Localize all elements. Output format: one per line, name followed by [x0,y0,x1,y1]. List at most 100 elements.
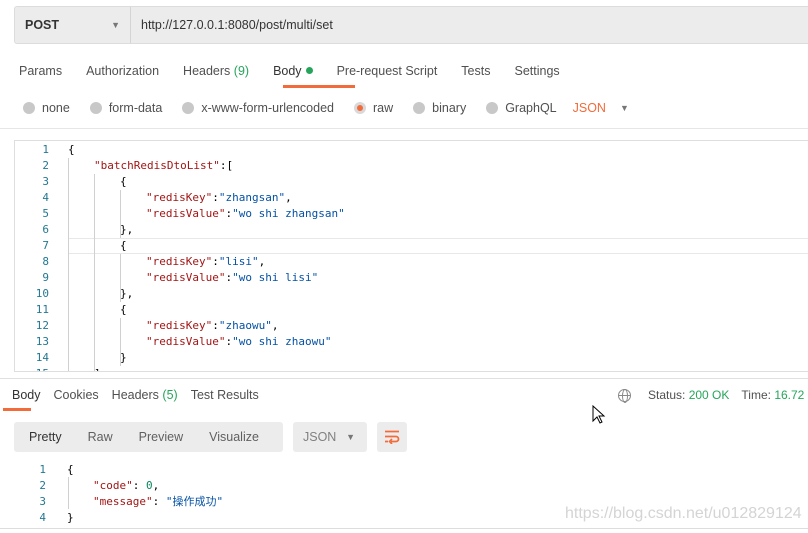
line-number: 3 [42,175,49,188]
code-line: 9 "redisValue":"wo shi lisi" [15,270,808,286]
radio-x-www-form-urlencoded[interactable]: x-www-form-urlencoded [182,101,334,115]
code-token: { [120,303,127,316]
code-token: "batchRedisDtoList" [94,159,220,172]
line-number: 13 [35,335,49,348]
tab-authorization[interactable]: Authorization [86,64,159,78]
code-token: , [271,319,279,332]
code-token: "wo shi lisi" [232,271,319,284]
request-body-editor[interactable]: 1{2 "batchRedisDtoList":[3{4 "redisKey":"z… [14,140,808,372]
tab-label: Body [12,388,41,402]
code-token: } [67,511,74,523]
code-text: "redisKey":"zhaowu", [146,318,278,334]
tab-label: Authorization [86,64,160,78]
code-line: 1{ [0,462,808,478]
code-line: 6}, [15,222,808,238]
code-token: 0 [146,479,153,492]
view-raw[interactable]: Raw [88,430,113,444]
code-line: 1{ [15,142,808,158]
line-number: 10 [35,287,49,300]
chevron-down-icon: ▼ [346,432,355,442]
response-tab-test-results[interactable]: Test Results [191,388,259,402]
code-text: }, [120,286,133,302]
code-text: "redisValue":"wo shi zhangsan" [146,206,345,222]
radio-label: GraphQL [505,101,557,115]
code-token: { [120,175,127,188]
code-line: 5 "redisValue":"wo shi zhangsan" [15,206,808,222]
response-tab-body[interactable]: Body [12,388,41,402]
code-token: , [258,255,266,268]
response-tab-headers[interactable]: Headers (5) [112,388,178,402]
response-tab-cookies[interactable]: Cookies [54,388,99,402]
code-token: }, [120,287,134,300]
view-pretty[interactable]: Pretty [29,430,62,444]
tab-label: Test Results [190,388,259,402]
code-line: 11 { [15,302,808,318]
code-text: "redisValue":"wo shi lisi" [146,270,318,286]
code-line: 13 "redisValue":"wo shi zhaowu" [15,334,808,350]
tab-count: (9) [233,64,250,78]
body-type-options: none form-data x-www-form-urlencoded raw bin… [23,101,649,115]
line-number: 3 [39,495,46,508]
tab-pre-request-script[interactable]: Pre-request Script [337,64,438,78]
radio-label: none [42,101,70,115]
method-select[interactable]: POST ▼ [15,7,131,43]
code-token: { [67,463,74,476]
code-line: 7{ [15,238,808,254]
tab-body[interactable]: Body [273,64,313,78]
tab-count: (5) [162,388,178,402]
code-token: "wo shi zhaowu" [232,335,332,348]
line-number: 6 [42,223,49,236]
line-number: 4 [42,191,49,204]
code-text: } [120,350,127,366]
tab-params[interactable]: Params [19,64,62,78]
tab-label: Tests [461,64,491,78]
code-token: "wo shi zhangsan" [232,207,345,220]
code-text: { [120,174,127,190]
response-format-label: JSON [303,430,337,444]
globe-icon[interactable] [618,388,631,403]
radio-binary[interactable]: binary [413,101,466,115]
radio-form-data[interactable]: form-data [89,101,162,115]
code-token: "lisi" [218,255,259,268]
code-token: { [120,239,127,252]
radio-label: binary [432,101,467,115]
body-modified-dot-icon [305,67,313,74]
mouse-cursor-icon [592,405,606,424]
code-token: "操作成功" [165,495,224,508]
radio-GraphQL[interactable]: GraphQL [486,101,557,115]
code-token: , [152,479,160,492]
tab-tests[interactable]: Tests [461,64,490,78]
chevron-down-icon: ▼ [619,103,629,113]
code-token: "zhaowu" [218,319,272,332]
code-text: ] [94,366,101,371]
code-line: 8 "redisKey":"lisi", [15,254,808,270]
tab-headers[interactable]: Headers (9) [183,64,249,78]
response-status: Status: 200 OK Time: 16.72 s [618,388,808,403]
url-input[interactable]: http://127.0.0.1:8080/post/multi/set [131,18,333,32]
wrap-lines-button[interactable] [377,422,407,452]
radio-label: raw [373,101,394,115]
tab-label: Cookies [53,388,99,402]
time-value: 16.72 s [774,388,808,402]
view-preview[interactable]: Preview [139,430,183,444]
divider [0,378,808,379]
tab-label: Pre-request Script [336,64,438,78]
line-number: 5 [42,207,49,220]
radio-circle-icon [89,102,102,114]
line-number: 12 [35,319,49,332]
view-visualize[interactable]: Visualize [209,430,259,444]
code-line: 2 "batchRedisDtoList":[ [15,158,808,174]
code-line: 3{ [15,174,808,190]
tab-settings[interactable]: Settings [514,64,559,78]
body-format-select[interactable]: JSON ▼ [573,101,629,115]
code-text: "redisKey":"lisi", [146,254,265,270]
radio-none[interactable]: none [23,101,70,115]
code-token: :[ [219,159,234,172]
watermark: https://blog.csdn.net/u012829124 [565,505,802,522]
time-label: Time: [741,388,771,402]
radio-raw[interactable]: raw [354,101,393,115]
active-tab-indicator [283,85,355,88]
response-format-select[interactable]: JSON ▼ [293,422,367,452]
chevron-down-icon: ▼ [111,20,120,30]
radio-circle-icon [413,102,426,114]
